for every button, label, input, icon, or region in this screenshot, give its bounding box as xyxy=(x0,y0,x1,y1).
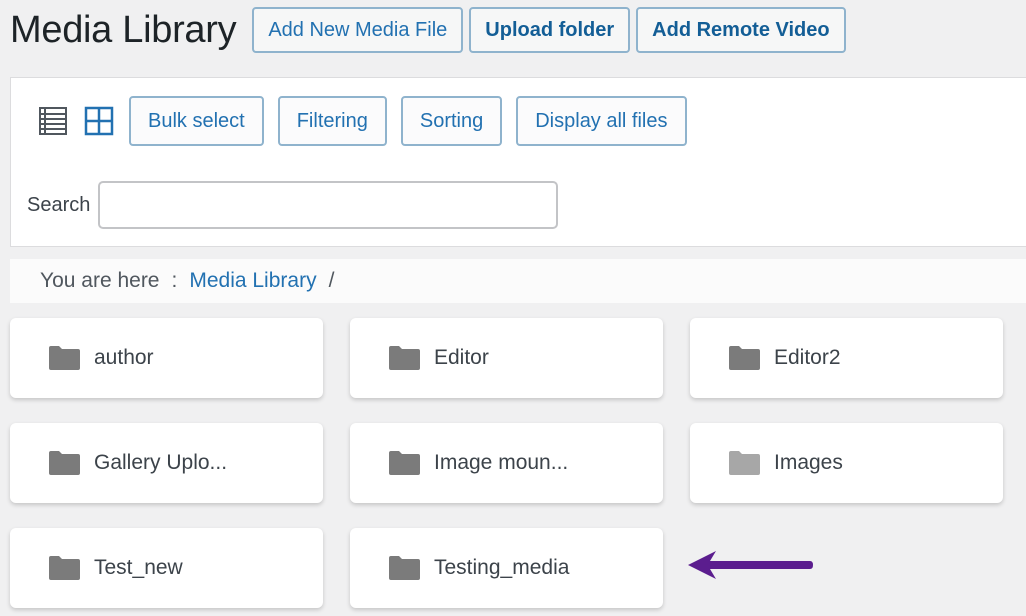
breadcrumb: You are here : Media Library / xyxy=(10,259,1026,303)
arrow-left-icon xyxy=(686,548,814,582)
breadcrumb-link-media-library[interactable]: Media Library xyxy=(189,269,316,293)
folder-name: Images xyxy=(774,451,843,474)
folder-icon xyxy=(388,345,421,371)
folder-name: Test_new xyxy=(94,556,183,579)
add-new-media-file-button[interactable]: Add New Media File xyxy=(252,7,464,53)
folder-card[interactable]: Gallery Uplo... xyxy=(10,423,323,503)
folder-icon xyxy=(728,345,761,371)
add-remote-video-button[interactable]: Add Remote Video xyxy=(636,7,846,53)
search-input[interactable] xyxy=(98,181,559,229)
folder-card[interactable]: Test_new xyxy=(10,528,323,608)
folder-icon xyxy=(388,555,421,581)
folder-name: Gallery Uplo... xyxy=(94,451,228,474)
folder-name: Testing_media xyxy=(434,556,570,579)
folder-icon xyxy=(48,345,81,371)
folder-icon xyxy=(48,555,81,581)
breadcrumb-prefix: You are here xyxy=(40,269,160,292)
bulk-select-button[interactable]: Bulk select xyxy=(129,96,264,146)
folder-icon xyxy=(48,450,81,476)
display-all-files-button[interactable]: Display all files xyxy=(516,96,687,146)
folder-card[interactable]: Editor xyxy=(350,318,663,398)
folder-grid: author Editor Editor2 Gallery Uplo... Im… xyxy=(10,318,1003,608)
search-row: Search xyxy=(27,181,559,229)
folder-card[interactable]: Testing_media xyxy=(350,528,663,608)
breadcrumb-separator: : xyxy=(171,269,178,292)
folder-icon xyxy=(728,450,761,476)
media-toolbar: Bulk select Filtering Sorting Display al… xyxy=(10,77,1026,247)
folder-card[interactable]: Image moun... xyxy=(350,423,663,503)
filtering-button[interactable]: Filtering xyxy=(277,96,387,146)
list-view-icon[interactable] xyxy=(37,105,69,137)
folder-name: Editor2 xyxy=(774,346,841,369)
folder-card[interactable]: author xyxy=(10,318,323,398)
folder-name: Image moun... xyxy=(434,451,569,474)
sorting-button[interactable]: Sorting xyxy=(400,96,503,146)
page-header: Media Library Add New Media File Upload … xyxy=(10,6,852,54)
folder-icon xyxy=(388,450,421,476)
upload-folder-button[interactable]: Upload folder xyxy=(469,7,631,53)
search-label: Search xyxy=(27,193,91,216)
folder-card[interactable]: Images xyxy=(690,423,1003,503)
folder-name: author xyxy=(94,346,154,369)
folder-card[interactable]: Editor2 xyxy=(690,318,1003,398)
toolbar-actions: Bulk select Filtering Sorting Display al… xyxy=(37,96,701,146)
grid-view-icon[interactable] xyxy=(83,105,115,137)
breadcrumb-trailing-slash: / xyxy=(328,269,335,292)
page-title: Media Library xyxy=(10,9,237,51)
folder-name: Editor xyxy=(434,346,489,369)
